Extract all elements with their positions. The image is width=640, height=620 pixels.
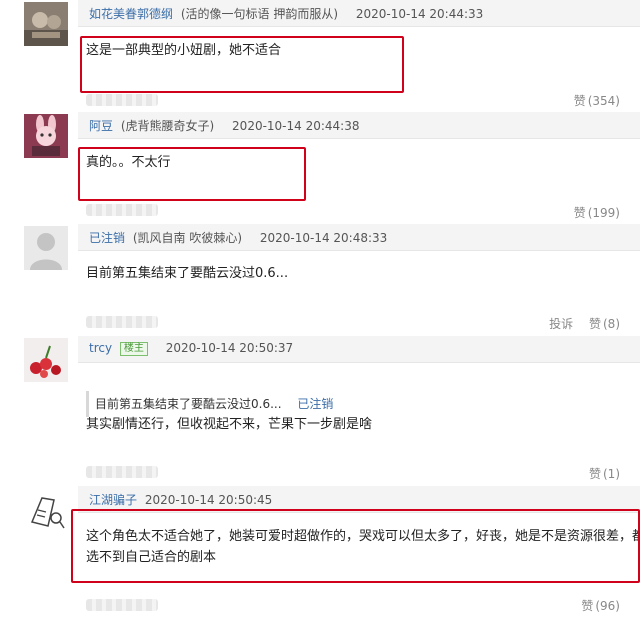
- like-count: (354): [587, 94, 620, 108]
- like-button[interactable]: 赞 (8): [589, 317, 620, 331]
- comment-meta: 已注销 (凯风自南 吹彼棘心) 2020-10-14 20:48:33: [89, 229, 387, 246]
- timestamp: 2020-10-14 20:50:37: [165, 341, 294, 355]
- op-badge: 楼主: [119, 342, 148, 356]
- comment-actions: 赞 (96): [569, 597, 620, 614]
- timestamp: 2020-10-14 20:50:45: [144, 493, 273, 507]
- comment-text: 其实剧情还行，但收视起不来，芒果下一步剧是啥: [86, 417, 373, 432]
- comment-actions: 赞 (1): [577, 465, 620, 482]
- username-link[interactable]: trcy: [89, 341, 112, 355]
- username-link[interactable]: 如花美眷郭德纲: [89, 7, 173, 21]
- like-label: 赞: [573, 206, 586, 220]
- like-count: (96): [595, 599, 620, 613]
- comment-actions: 赞 (354): [562, 92, 620, 109]
- comment-meta: 阿豆 (虎背熊腰奇女子) 2020-10-14 20:44:38: [89, 117, 360, 134]
- like-count: (1): [603, 467, 620, 481]
- comment-list: 如花美眷郭德纲 (活的像一句标语 押韵而服从) 2020-10-14 20:44…: [0, 0, 640, 620]
- comment-meta: trcy 楼主 2020-10-14 20:50:37: [89, 341, 293, 356]
- comment-actions: 投诉 赞 (8): [537, 315, 620, 332]
- avatar[interactable]: [24, 226, 68, 270]
- username-link[interactable]: 阿豆: [89, 119, 113, 133]
- like-count: (8): [603, 317, 620, 331]
- like-label: 赞: [588, 317, 601, 331]
- like-label: 赞: [581, 599, 594, 613]
- comment-meta: 江湖骗子 2020-10-14 20:50:45: [89, 491, 272, 508]
- timestamp: 2020-10-14 20:44:33: [355, 7, 484, 21]
- user-signature: (活的像一句标语 押韵而服从): [180, 7, 339, 21]
- comment-item: trcy 楼主 2020-10-14 20:50:37 目前第五集结束了要酷云没…: [0, 336, 640, 486]
- like-button[interactable]: 赞 (199): [574, 206, 620, 220]
- timestamp: 2020-10-14 20:44:38: [232, 119, 360, 133]
- blurred-reply-area: [86, 204, 158, 216]
- comment-actions: 赞 (199): [562, 204, 620, 221]
- blurred-reply-area: [86, 94, 158, 106]
- quoted-author-link[interactable]: 已注销: [297, 397, 333, 411]
- user-signature: (虎背熊腰奇女子): [120, 119, 215, 133]
- avatar[interactable]: [24, 114, 68, 158]
- username-link[interactable]: 江湖骗子: [89, 493, 137, 507]
- timestamp: 2020-10-14 20:48:33: [259, 231, 388, 245]
- user-signature: (凯风自南 吹彼棘心): [132, 231, 243, 245]
- avatar[interactable]: [24, 338, 68, 382]
- username-link[interactable]: 已注销: [89, 231, 125, 245]
- quoted-text: 目前第五集结束了要酷云没过0.6...: [95, 397, 282, 411]
- like-button[interactable]: 赞 (354): [574, 94, 620, 108]
- blurred-reply-area: [86, 599, 158, 611]
- highlight-box: [71, 509, 640, 583]
- blurred-reply-area: [86, 316, 158, 328]
- comment-text: 目前第五集结束了要酷云没过0.6...: [86, 266, 289, 281]
- report-button[interactable]: 投诉: [549, 317, 573, 331]
- avatar[interactable]: [24, 2, 68, 46]
- blurred-reply-area: [86, 466, 158, 478]
- highlight-box: [78, 147, 306, 201]
- highlight-box: [80, 36, 404, 93]
- like-count: (199): [587, 206, 620, 220]
- like-button[interactable]: 赞 (1): [589, 467, 620, 481]
- like-label: 赞: [573, 94, 586, 108]
- like-button[interactable]: 赞 (96): [581, 599, 620, 613]
- comment-item: 已注销 (凯风自南 吹彼棘心) 2020-10-14 20:48:33 目前第五…: [0, 224, 640, 336]
- comment-meta: 如花美眷郭德纲 (活的像一句标语 押韵而服从) 2020-10-14 20:44…: [89, 5, 483, 22]
- avatar[interactable]: [24, 488, 68, 532]
- like-label: 赞: [588, 467, 601, 481]
